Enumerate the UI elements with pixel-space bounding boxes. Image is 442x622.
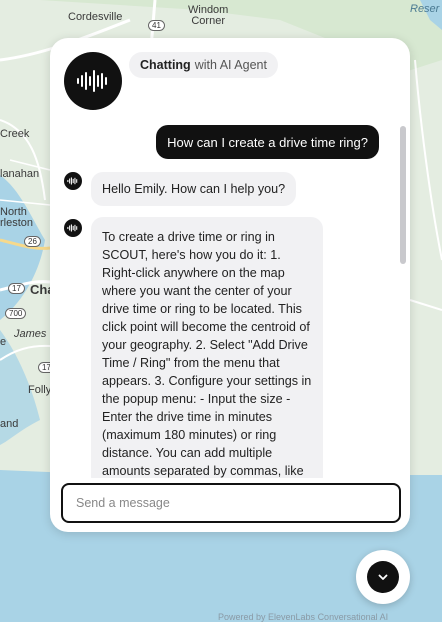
agent-avatar-small: [64, 172, 82, 190]
user-message: How can I create a drive time ring?: [156, 125, 379, 159]
message-input[interactable]: [63, 496, 399, 510]
map-label-charleston: rleston: [0, 217, 34, 229]
status-strong: Chatting: [140, 58, 191, 72]
messages-list[interactable]: How can I create a drive time ring? Hell…: [50, 118, 410, 478]
toggle-chat-button[interactable]: [356, 550, 410, 604]
road-badge-26: 26: [24, 236, 41, 247]
agent-avatar-small: [64, 219, 82, 237]
status-pill: Chatting with AI Agent: [129, 52, 278, 78]
chat-window: Chatting with AI Agent How can I create …: [50, 38, 410, 532]
road-badge-700: 700: [5, 308, 27, 319]
map-label-e: e: [0, 336, 7, 348]
map-label-reserve: Reser: [410, 3, 440, 15]
agent-message: Hello Emily. How can I help you?: [91, 172, 297, 206]
agent-avatar: [64, 52, 122, 110]
fab-inner: [367, 561, 399, 593]
chevron-down-icon: [378, 574, 388, 580]
map-label-windom-corner: Windom Corner: [188, 4, 229, 27]
map-label-folly: Folly: [28, 384, 52, 396]
road-badge-41: 41: [148, 20, 165, 31]
powered-by-label: Powered by ElevenLabs Conversational AI: [218, 612, 389, 622]
waveform-icon: [67, 224, 78, 232]
status-rest: with AI Agent: [194, 58, 267, 72]
message-input-wrapper: [61, 483, 401, 523]
map-label-cordesville: Cordesville: [68, 11, 123, 23]
agent-message: To create a drive time or ring in SCOUT,…: [91, 217, 323, 478]
map-label-hanahan: lanahan: [0, 168, 40, 180]
road-badge-17: 17: [8, 283, 25, 294]
map-label-james-island: James I: [14, 328, 53, 340]
waveform-icon: [77, 70, 107, 92]
map-label-land: and: [0, 418, 19, 430]
map-label-creek: Creek: [0, 128, 30, 140]
waveform-icon: [67, 177, 78, 185]
